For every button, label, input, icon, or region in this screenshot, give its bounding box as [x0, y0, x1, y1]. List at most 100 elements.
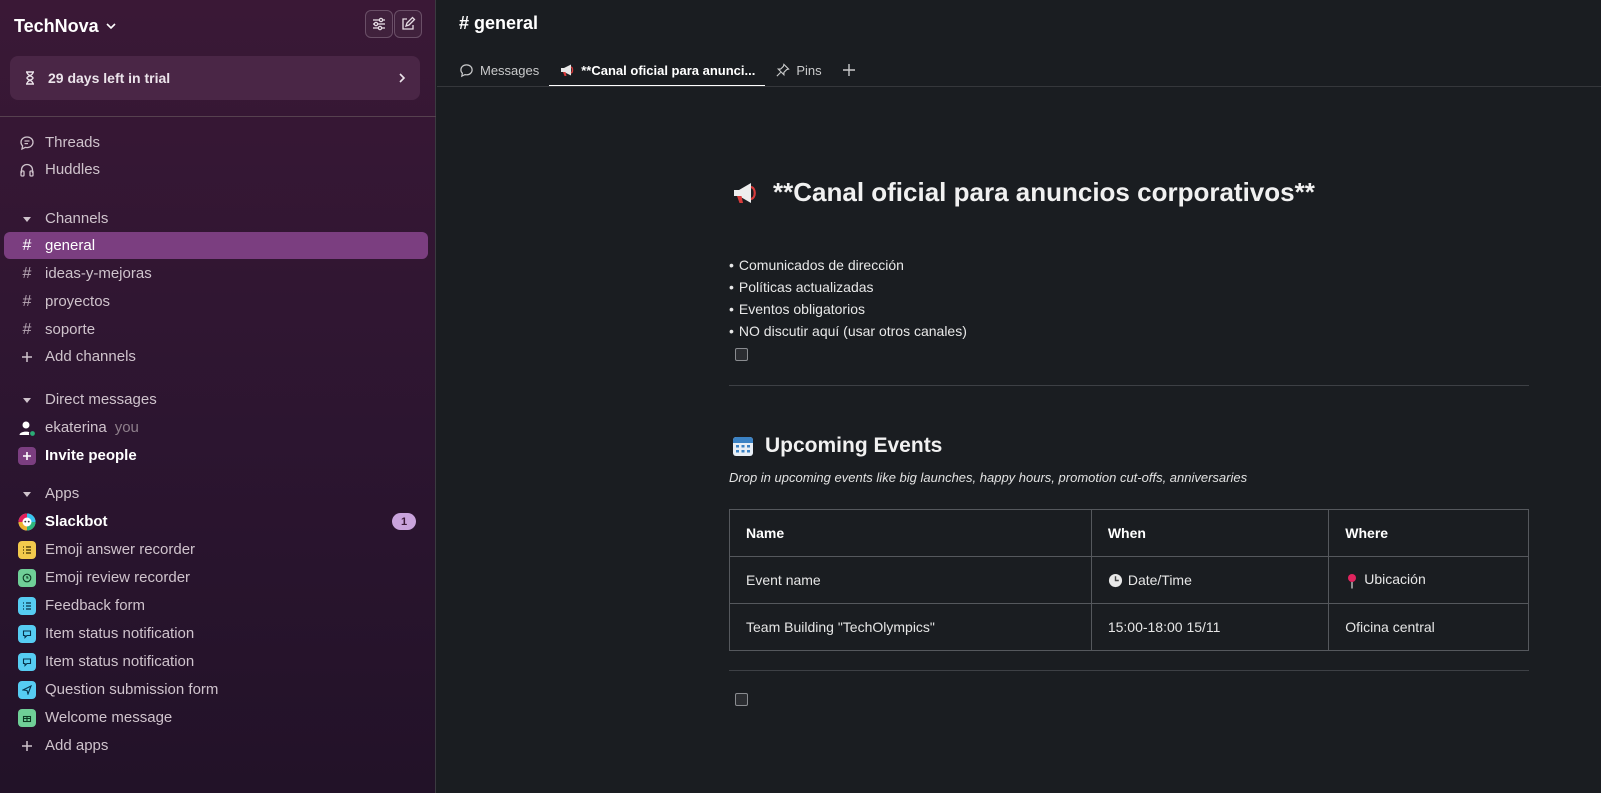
add-channels-button[interactable]: Add channels: [4, 343, 428, 370]
trial-banner[interactable]: 29 days left in trial: [10, 56, 420, 100]
list-item: NO discutir aquí (usar otros canales): [729, 320, 967, 342]
plus-square-icon: [18, 446, 36, 465]
chevron-right-icon: [399, 73, 406, 83]
plus-icon: [18, 737, 36, 755]
chat-bubble-icon: [460, 63, 473, 77]
tab-label: **Canal oficial para anunci...: [581, 62, 756, 78]
map-pin-icon: [1348, 573, 1357, 589]
trial-label: 29 days left in trial: [48, 70, 171, 86]
table-row: Event name Date/Time Ubicación: [729, 556, 1529, 604]
caret-down-icon: [18, 210, 36, 228]
sidebar-item-soporte[interactable]: # soporte: [4, 316, 428, 343]
slackbot-icon: [18, 513, 36, 531]
megaphone-icon: [734, 182, 756, 203]
direct-messages-section-toggle[interactable]: Direct messages: [4, 386, 428, 413]
gift-app-icon: [18, 708, 36, 727]
app-label: Question submission form: [45, 681, 219, 698]
apps-section-toggle[interactable]: Apps: [4, 480, 428, 507]
table-cell[interactable]: Date/Time: [1090, 556, 1330, 604]
invite-people-button[interactable]: Invite people: [4, 442, 428, 469]
compose-button[interactable]: [394, 10, 422, 38]
sidebar-item-huddles[interactable]: Huddles: [4, 156, 428, 183]
sidebar-item-threads[interactable]: Threads: [4, 129, 428, 156]
unread-badge: 1: [392, 513, 416, 530]
events-table: Name When Where Event name Date/Time Ubi…: [729, 509, 1529, 651]
add-apps-label: Add apps: [45, 737, 109, 754]
workspace-switcher[interactable]: TechNova: [14, 13, 117, 39]
list-app-icon: [18, 596, 36, 615]
app-item-question-submission-form[interactable]: Question submission form: [4, 676, 428, 703]
hash-icon: #: [22, 292, 32, 310]
app-label: Feedback form: [45, 597, 146, 614]
invite-people-label: Invite people: [45, 447, 137, 464]
send-app-icon: [18, 680, 36, 699]
dm-item-ekaterina[interactable]: ekaterina you: [4, 414, 428, 441]
cell-text: 15:00-18:00 15/11: [1107, 619, 1221, 635]
dm-user-name: ekaterina: [45, 419, 107, 436]
channel-label: ideas-y-mejoras: [45, 265, 152, 282]
channels-section-toggle[interactable]: Channels: [4, 205, 428, 232]
cell-text: Team Building "TechOlympics": [746, 619, 935, 635]
cell-text: Date/Time: [1127, 571, 1192, 588]
user-avatar-icon: [18, 419, 36, 437]
tab-label: Messages: [480, 62, 540, 78]
table-header[interactable]: Where: [1328, 509, 1529, 557]
app-label: Slackbot: [45, 513, 108, 530]
checkbox[interactable]: [735, 693, 748, 706]
table-cell[interactable]: Team Building "TechOlympics": [729, 603, 1092, 651]
table-header[interactable]: Name: [729, 509, 1092, 557]
app-label: Item status notification: [45, 625, 195, 642]
headphones-icon: [18, 161, 36, 179]
table-cell[interactable]: Oficina central: [1328, 603, 1529, 651]
tab-canvas[interactable]: **Canal oficial para anunci...: [549, 54, 766, 87]
app-item-welcome-message[interactable]: Welcome message: [4, 704, 428, 731]
sidebar-item-proyectos[interactable]: # proyectos: [4, 288, 428, 315]
filter-settings-button[interactable]: [365, 10, 393, 38]
app-item-item-status-notification[interactable]: Item status notification: [4, 620, 428, 647]
add-apps-button[interactable]: Add apps: [4, 732, 428, 759]
clock-app-icon: [18, 568, 36, 587]
app-label: Welcome message: [45, 709, 173, 726]
sidebar-item-ideas-y-mejoras[interactable]: # ideas-y-mejoras: [4, 260, 428, 287]
caret-down-icon: [18, 391, 36, 409]
canvas-heading[interactable]: **Canal oficial para anuncios corporativ…: [731, 177, 1315, 208]
app-item-emoji-answer-recorder[interactable]: Emoji answer recorder: [4, 536, 428, 563]
sidebar-item-general[interactable]: # general: [4, 232, 428, 259]
plus-icon: [18, 348, 36, 366]
events-heading[interactable]: Upcoming Events: [731, 434, 942, 458]
table-cell[interactable]: Ubicación: [1328, 556, 1529, 604]
tab-pins[interactable]: Pins: [765, 54, 831, 86]
hash-icon: #: [22, 320, 32, 338]
checkbox[interactable]: [735, 348, 748, 361]
table-header-row: Name When Where: [729, 509, 1529, 557]
list-item: Políticas actualizadas: [729, 276, 967, 298]
app-label: Emoji answer recorder: [45, 541, 196, 558]
section-label: Apps: [45, 485, 80, 502]
app-item-slackbot[interactable]: Slackbot 1: [4, 508, 428, 535]
bullet-list[interactable]: Comunicados de dirección Políticas actua…: [729, 254, 967, 342]
events-subtitle[interactable]: Drop in upcoming events like big launche…: [729, 470, 1247, 485]
pin-icon: [776, 62, 791, 77]
table-cell[interactable]: 15:00-18:00 15/11: [1090, 603, 1330, 651]
caret-down-icon: [18, 485, 36, 503]
app-item-emoji-review-recorder[interactable]: Emoji review recorder: [4, 564, 428, 591]
megaphone-icon: [561, 64, 574, 76]
chevron-down-icon: [106, 23, 116, 30]
channel-title[interactable]: # general: [459, 13, 538, 34]
channel-label: general: [45, 237, 96, 254]
table-header[interactable]: When: [1090, 509, 1330, 557]
add-tab-button[interactable]: [832, 54, 866, 86]
tab-messages[interactable]: Messages: [449, 54, 549, 86]
app-item-item-status-notification[interactable]: Item status notification: [4, 648, 428, 675]
app-item-feedback-form[interactable]: Feedback form: [4, 592, 428, 619]
channel-label: soporte: [45, 321, 96, 338]
list-item: Eventos obligatorios: [729, 298, 967, 320]
section-divider: [729, 385, 1529, 386]
table-cell[interactable]: Event name: [729, 556, 1092, 604]
section-divider: [729, 670, 1529, 671]
section-label: Direct messages: [45, 391, 157, 408]
clock-icon: [1108, 574, 1122, 588]
sidebar-item-label: Huddles: [45, 161, 101, 178]
workspace-name: TechNova: [14, 15, 99, 36]
channel-tabs: Messages **Canal oficial para anunci... …: [449, 54, 866, 87]
